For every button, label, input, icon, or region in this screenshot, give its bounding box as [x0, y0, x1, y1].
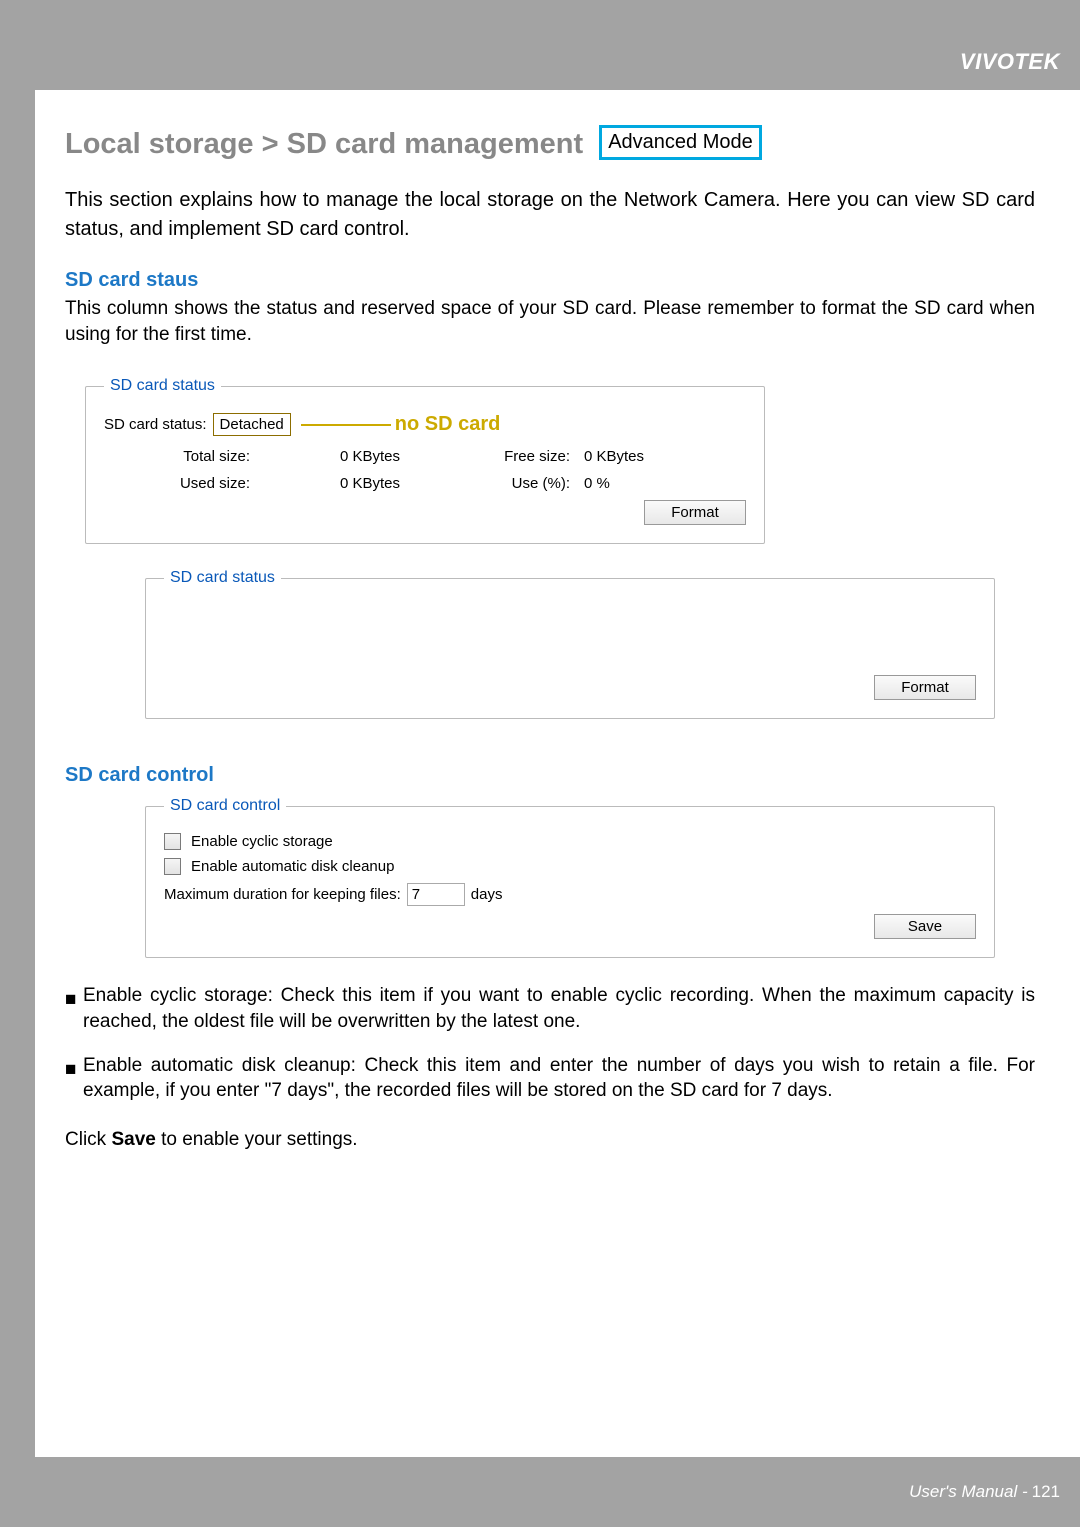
used-size-label: Used size:	[134, 475, 264, 492]
intro-paragraph: This section explains how to manage the …	[65, 186, 1035, 244]
format-button[interactable]: Format	[644, 500, 746, 525]
free-size-value: 0 KBytes	[584, 448, 704, 465]
page-title: Local storage > SD card management Advan…	[65, 125, 1035, 161]
advanced-mode-badge: Advanced Mode	[599, 125, 762, 160]
total-size-label: Total size:	[134, 448, 264, 465]
enable-cyclic-label: Enable cyclic storage	[191, 833, 333, 850]
bullet-cyclic-text: Enable cyclic storage: Check this item i…	[83, 983, 1035, 1034]
enable-cleanup-checkbox[interactable]	[164, 858, 181, 875]
bullet-icon: ■	[65, 1057, 77, 1104]
final-instruction: Click Save to enable your settings.	[65, 1129, 1035, 1151]
final-bold: Save	[111, 1129, 155, 1150]
header-bar: VIVOTEK	[35, 0, 1080, 90]
bullet-cleanup-text: Enable automatic disk cleanup: Check thi…	[83, 1053, 1035, 1104]
bullet-cleanup: ■ Enable automatic disk cleanup: Check t…	[65, 1053, 1035, 1104]
sd-card-status-panel: SD card status SD card status: Detached …	[85, 377, 765, 544]
footer-page-number: 121	[1032, 1482, 1060, 1502]
section-title-status: SD card staus	[65, 269, 1035, 292]
section-desc-status: This column shows the status and reserve…	[65, 296, 1035, 347]
page-title-text: Local storage > SD card management	[65, 128, 583, 160]
bullet-icon: ■	[65, 987, 77, 1034]
status-label: SD card status:	[104, 416, 207, 433]
total-size-value: 0 KBytes	[264, 448, 414, 465]
section-title-control: SD card control	[65, 764, 1035, 787]
free-size-label: Free size:	[414, 448, 584, 465]
used-size-value: 0 KBytes	[264, 475, 414, 492]
max-duration-label: Maximum duration for keeping files:	[164, 886, 401, 903]
final-post: to enable your settings.	[156, 1129, 358, 1150]
page-footer: User's Manual - 121	[0, 1457, 1080, 1527]
sd-card-status-panel-2: SD card status Format	[145, 569, 995, 719]
no-sd-callout: no SD card	[395, 413, 501, 436]
bullet-cyclic: ■ Enable cyclic storage: Check this item…	[65, 983, 1035, 1034]
format-button-2[interactable]: Format	[874, 675, 976, 700]
brand-logo: VIVOTEK	[960, 49, 1060, 75]
callout-line	[301, 424, 391, 426]
use-pct-value: 0 %	[584, 475, 704, 492]
enable-cyclic-checkbox[interactable]	[164, 833, 181, 850]
sd-card-control-legend: SD card control	[164, 797, 286, 815]
footer-text: User's Manual -	[909, 1482, 1028, 1502]
use-pct-label: Use (%):	[414, 475, 584, 492]
save-button[interactable]: Save	[874, 914, 976, 939]
sd-card-control-panel: SD card control Enable cyclic storage En…	[145, 797, 995, 958]
final-pre: Click	[65, 1129, 111, 1150]
sd-card-status-legend-2: SD card status	[164, 569, 281, 587]
status-value: Detached	[213, 413, 291, 436]
enable-cleanup-label: Enable automatic disk cleanup	[191, 858, 394, 875]
sd-card-status-legend: SD card status	[104, 377, 221, 395]
max-duration-input[interactable]	[407, 883, 465, 906]
max-duration-unit: days	[471, 886, 503, 903]
